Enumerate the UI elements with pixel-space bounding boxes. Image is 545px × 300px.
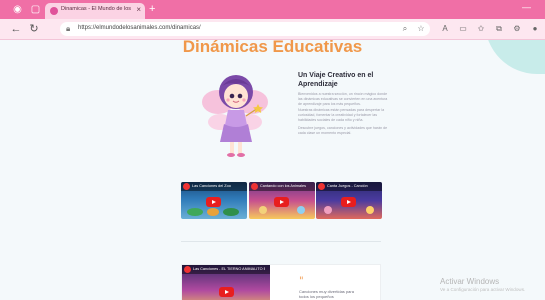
window-minimize-button[interactable]: —	[522, 2, 531, 12]
video-title-bar: Las Canciones del Zoo	[181, 182, 247, 191]
video-title: Las Canciones - EL TIERNO ANIMALITO BAIL…	[193, 267, 265, 271]
channel-avatar-icon	[184, 266, 191, 273]
video-title-bar: Canta Juegos - Canción	[316, 182, 382, 191]
new-tab-button[interactable]: +	[149, 3, 155, 15]
page-content: Dinámicas Educativas Un Viaje Creativo e…	[0, 40, 545, 300]
section-title: Un Viaje Creativo en el Aprendizaje	[298, 72, 374, 88]
activation-subtitle: Ve a Configuración para activar Windows.	[440, 287, 526, 292]
favorites-icon[interactable]: ✩	[476, 24, 486, 34]
channel-avatar-icon	[318, 183, 325, 190]
windows-activation-notice: Activar Windows Ve a Configuración para …	[440, 277, 545, 293]
video-title-bar: Las Canciones - EL TIERNO ANIMALITO BAIL…	[182, 265, 270, 274]
read-aloud-icon[interactable]: A	[440, 24, 450, 34]
back-arrow-icon[interactable]: ←	[10, 23, 22, 35]
channel-avatar-icon	[183, 183, 190, 190]
video-thumbnail[interactable]: Cantando con los Animales	[249, 182, 315, 219]
quote-mark: "	[299, 276, 304, 287]
collections-icon[interactable]: ⧉	[494, 24, 504, 34]
intro-paragraph: Nuestras dinámicas están pensadas para d…	[298, 108, 385, 122]
browser-tab-active[interactable]: Dinamicas - El Mundo de los Ani... ×	[45, 3, 145, 19]
profile-icon[interactable]: ●	[530, 24, 540, 34]
favorite-star-icon[interactable]: ☆	[416, 24, 426, 34]
intro-paragraph: Bienvenidos a nuestra sección, un rincón…	[298, 92, 388, 106]
url-text[interactable]: https://elmundodelosanimales.com/dinamic…	[78, 25, 201, 31]
video-title: Las Canciones del Zoo	[192, 184, 231, 188]
video-testimonial-card: Las Canciones - EL TIERNO ANIMALITO BAIL…	[181, 264, 381, 300]
channel-avatar-icon	[251, 183, 258, 190]
fairy-illustration	[202, 75, 268, 157]
refresh-icon[interactable]: ↻	[28, 23, 40, 35]
youtube-play-icon[interactable]	[206, 197, 221, 207]
tab-close-icon[interactable]: ×	[136, 5, 141, 14]
video-thumbnail[interactable]: Canta Juegos - Canción	[316, 182, 382, 219]
youtube-play-icon[interactable]	[219, 287, 234, 297]
browser-tab-bar: ◉ ▢ Dinamicas - El Mundo de los Ani... ×…	[0, 0, 545, 19]
youtube-play-icon[interactable]	[274, 197, 289, 207]
browser-menu-icon[interactable]: ◉	[12, 4, 23, 15]
browser-address-bar: ← ↻ 🔒︎ https://elmundodelosanimales.com/…	[0, 19, 545, 40]
page-title: Dinámicas Educativas	[182, 40, 363, 56]
site-favicon-icon	[50, 7, 58, 15]
quote-text: Canciones muy divertidas para todos los …	[299, 289, 354, 299]
intro-paragraph: Descubre juegos, canciones y actividades…	[298, 126, 388, 135]
url-field[interactable]: 🔒︎ https://elmundodelosanimales.com/dina…	[60, 22, 430, 36]
section-divider	[181, 241, 381, 242]
video-title: Canta Juegos - Canción	[327, 184, 368, 188]
tab-title: Dinamicas - El Mundo de los Ani...	[61, 6, 131, 12]
video-title-bar: Cantando con los Animales	[249, 182, 315, 191]
video-thumbnail[interactable]: Las Canciones del Zoo	[181, 182, 247, 219]
zoom-icon[interactable]: ⌕	[400, 24, 410, 34]
extensions-icon[interactable]: ⚙	[512, 24, 522, 34]
tab-actions-icon[interactable]: ▢	[30, 4, 41, 15]
activation-title: Activar Windows	[440, 277, 500, 286]
lock-icon: 🔒︎	[66, 24, 71, 33]
split-screen-icon[interactable]: ▭	[458, 24, 468, 34]
youtube-play-icon[interactable]	[341, 197, 356, 207]
video-thumbnail[interactable]: Las Canciones - EL TIERNO ANIMALITO BAIL…	[182, 265, 270, 300]
video-title: Cantando con los Animales	[260, 184, 307, 188]
